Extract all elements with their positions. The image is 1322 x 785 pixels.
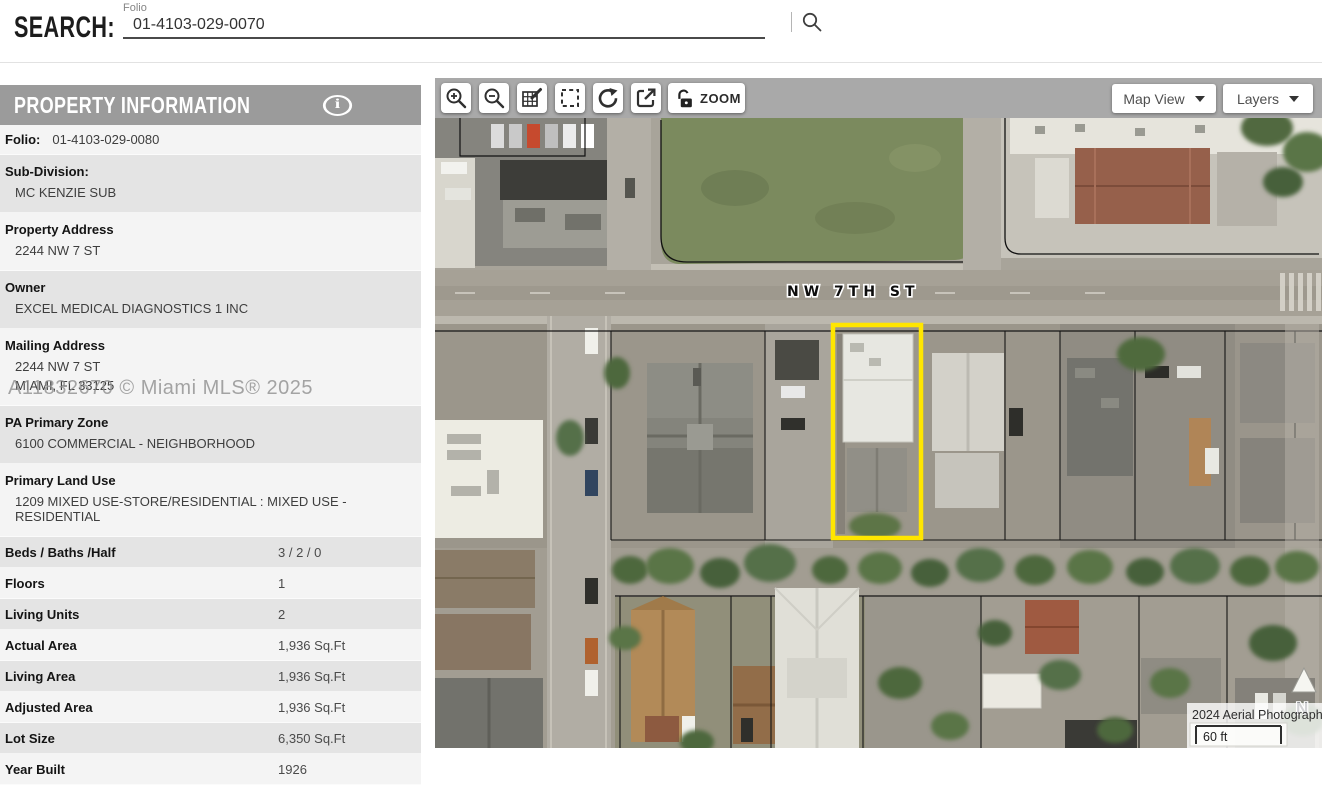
marquee-select-button[interactable] — [555, 83, 585, 113]
property-row: Living Units 2 — [0, 599, 421, 630]
property-row-value: 1,936 Sq.Ft — [278, 669, 345, 684]
chevron-down-icon — [1195, 96, 1205, 102]
layers-label: Layers — [1237, 91, 1279, 107]
panel-title: PROPERTY INFORMATION — [14, 92, 250, 119]
property-row: Sub-Division: MC KENZIE SUB — [0, 155, 421, 213]
property-row-label: Property Address — [5, 222, 416, 237]
property-row-label: Actual Area — [5, 638, 278, 653]
property-rows: Folio: 01-4103-029-0080 Sub-Division: MC… — [0, 125, 421, 785]
aerial-map[interactable]: NW 7TH ST — [435, 118, 1322, 748]
info-icon[interactable]: i — [323, 95, 352, 116]
unlocked-padlock-icon — [672, 86, 696, 110]
marquee-select-icon — [557, 85, 583, 111]
property-row-label: Mailing Address — [5, 338, 416, 353]
property-row: Adjusted Area 1,936 Sq.Ft — [0, 692, 421, 723]
property-row-value: 2244 NW 7 ST — [15, 243, 416, 258]
map-area: ZOOM Map View Layers — [435, 78, 1322, 748]
property-row: PA Primary Zone 6100 COMMERCIAL - NEIGHB… — [0, 406, 421, 464]
property-row: Property Address 2244 NW 7 ST — [0, 213, 421, 271]
property-row-value: MC KENZIE SUB — [15, 185, 416, 200]
white-hip-roof-house — [775, 588, 859, 748]
rotate-icon — [595, 85, 621, 111]
property-row-label: Adjusted Area — [5, 700, 278, 715]
gray-roof-house — [647, 363, 753, 513]
export-button[interactable] — [631, 83, 661, 113]
property-row: Living Area 1,936 Sq.Ft — [0, 661, 421, 692]
magnifier-icon — [800, 10, 824, 34]
zoom-in-button[interactable] — [441, 83, 471, 113]
property-row: Folio: 01-4103-029-0080 — [0, 125, 421, 155]
property-row-value: 1 — [278, 576, 285, 591]
chevron-down-icon — [1289, 96, 1299, 102]
property-row: Actual Area 1,936 Sq.Ft — [0, 630, 421, 661]
property-row-label: Beds / Baths /Half — [5, 545, 278, 560]
property-row: Mailing Address 2244 NW 7 ST MIAMI, FL 3… — [0, 329, 421, 406]
property-row: Primary Land Use 1209 MIXED USE-STORE/RE… — [0, 464, 421, 537]
property-row-label: Floors — [5, 576, 278, 591]
map-view-dropdown[interactable]: Map View — [1112, 84, 1216, 113]
property-row-label: Sub-Division: — [5, 164, 416, 179]
side-street — [547, 316, 611, 748]
search-icon[interactable] — [799, 10, 825, 36]
property-row-label: Primary Land Use — [5, 473, 416, 488]
property-row-label: Folio: — [5, 132, 40, 147]
attribution-text: 2024 Aerial Photography — [1192, 708, 1322, 722]
folio-search-input[interactable] — [123, 14, 765, 39]
property-row-label: Year Built — [5, 762, 278, 777]
property-information-header: PROPERTY INFORMATION i — [0, 85, 421, 125]
zoom-out-button[interactable] — [479, 83, 509, 113]
search-bar: SEARCH: Folio — [0, 0, 1322, 63]
subject-parcel-buildings — [837, 334, 913, 539]
property-row-value: 1,936 Sq.Ft — [278, 638, 345, 653]
property-row: Beds / Baths /Half 3 / 2 / 0 — [0, 537, 421, 568]
property-row-value: 1926 — [278, 762, 307, 777]
tan-roof-house — [631, 596, 695, 742]
zoom-lock-label: ZOOM — [700, 91, 741, 106]
zoom-out-icon — [481, 85, 507, 111]
street-label: NW 7TH ST — [787, 284, 920, 300]
property-row: Floors 1 — [0, 568, 421, 599]
zoom-lock-button[interactable]: ZOOM — [668, 83, 745, 113]
property-row-value: 2 — [278, 607, 285, 622]
property-information-panel: PROPERTY INFORMATION i Folio: 01-4103-02… — [0, 85, 421, 785]
map-view-label: Map View — [1123, 91, 1184, 107]
property-row-label: Living Area — [5, 669, 278, 684]
property-row-label: Owner — [5, 280, 416, 295]
search-divider — [791, 12, 792, 32]
property-row-value: 01-4103-029-0080 — [52, 132, 159, 147]
property-row-label: Living Units — [5, 607, 278, 622]
property-row-value: EXCEL MEDICAL DIAGNOSTICS 1 INC — [15, 301, 416, 316]
folio-field-label: Folio — [123, 2, 765, 14]
property-row: Year Built 1926 — [0, 754, 421, 785]
folio-search-field: Folio — [123, 2, 765, 39]
property-row-value: 3 / 2 / 0 — [278, 545, 321, 560]
zoom-in-icon — [443, 85, 469, 111]
edit-parcels-button[interactable] — [517, 83, 547, 113]
export-icon — [633, 85, 659, 111]
property-row-label: PA Primary Zone — [5, 415, 416, 430]
layers-dropdown[interactable]: Layers — [1223, 84, 1313, 113]
edit-parcels-icon — [519, 85, 545, 111]
property-row-label: Lot Size — [5, 731, 278, 746]
property-row-value2: MIAMI, FL 33125 — [15, 378, 416, 393]
property-row: Owner EXCEL MEDICAL DIAGNOSTICS 1 INC — [0, 271, 421, 329]
scale-label: 60 ft — [1203, 730, 1228, 744]
property-row: Lot Size 6,350 Sq.Ft — [0, 723, 421, 754]
property-row-value: 1,936 Sq.Ft — [278, 700, 345, 715]
rotate-button[interactable] — [593, 83, 623, 113]
property-row-value: 6,350 Sq.Ft — [278, 731, 345, 746]
property-row-value: 2244 NW 7 ST — [15, 359, 416, 374]
property-row-value: 1209 MIXED USE-STORE/RESIDENTIAL : MIXED… — [15, 494, 416, 524]
property-row-value: 6100 COMMERCIAL - NEIGHBORHOOD — [15, 436, 416, 451]
